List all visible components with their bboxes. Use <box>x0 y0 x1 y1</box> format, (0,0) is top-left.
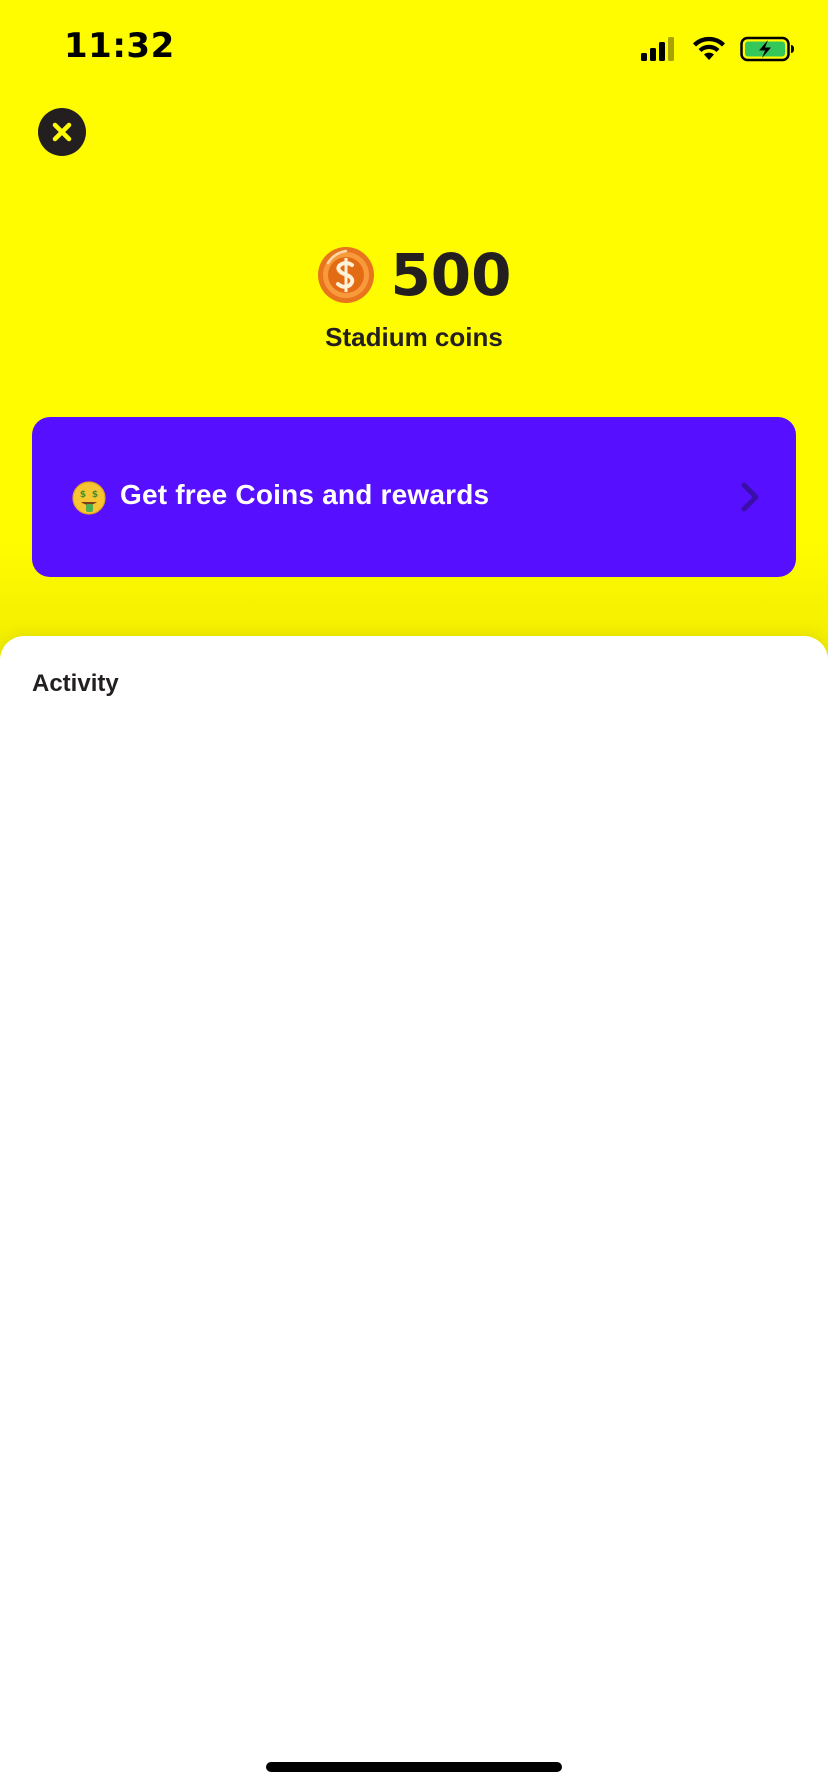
get-free-coins-label: Get free Coins and rewards <box>120 479 490 510</box>
chevron-right-icon <box>741 482 759 512</box>
battery-charging-icon <box>740 36 794 62</box>
screen: 11:32 500 Stadium coins $ $ Get free Coi… <box>0 0 828 1792</box>
close-button[interactable] <box>38 108 86 156</box>
coin-balance-amount: 500 <box>390 241 512 309</box>
status-icons <box>640 34 796 64</box>
coin-balance: 500 <box>0 240 828 310</box>
cellular-signal-icon <box>641 37 674 61</box>
get-free-coins-button[interactable]: $ $ Get free Coins and rewards <box>32 417 796 577</box>
money-mouth-face-icon: $ $ <box>72 481 106 515</box>
home-indicator[interactable] <box>266 1762 562 1772</box>
close-icon <box>52 122 72 142</box>
status-bar: 11:32 <box>0 0 828 100</box>
activity-title: Activity <box>32 670 119 697</box>
svg-text:$: $ <box>80 490 86 500</box>
svg-text:$: $ <box>92 490 98 500</box>
wifi-icon <box>693 36 725 60</box>
coin-balance-caption: Stadium coins <box>325 322 503 352</box>
activity-sheet: Activity <box>0 636 828 1792</box>
status-time: 11:32 <box>64 26 175 66</box>
coin-icon <box>316 245 376 305</box>
